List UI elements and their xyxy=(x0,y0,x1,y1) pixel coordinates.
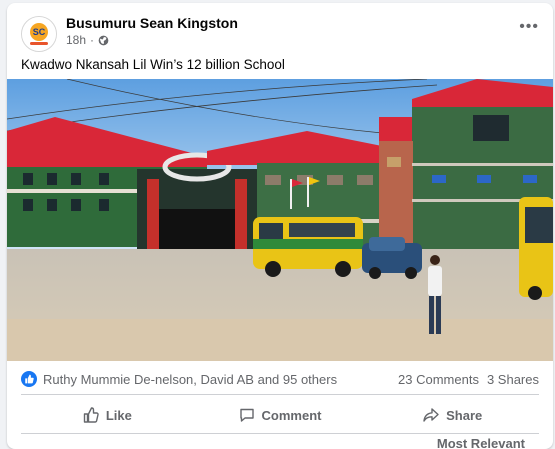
divider xyxy=(21,394,539,395)
share-label: Share xyxy=(446,407,483,423)
post-caption: Kwadwo Nkansah Lil Win’s 12 billion Scho… xyxy=(21,57,285,72)
post-card: SC Busumuru Sean Kingston 18h · ••• Kwad… xyxy=(7,3,553,449)
share-button[interactable]: Share xyxy=(366,398,539,432)
engagement-counts: 23 Comments 3 Shares xyxy=(398,372,539,387)
comment-sort-dropdown[interactable]: Most Relevant xyxy=(437,436,525,449)
reactors-text[interactable]: Ruthy Mummie De-nelson, David AB and 95 … xyxy=(43,372,337,387)
yellow-bus xyxy=(253,217,363,277)
share-icon xyxy=(423,408,439,422)
action-bar: Like Comment Share xyxy=(21,398,539,432)
like-button[interactable]: Like xyxy=(21,398,194,432)
avatar-text: SC xyxy=(33,27,46,37)
globe-icon xyxy=(98,35,109,45)
post-photo[interactable] xyxy=(7,79,553,361)
post-meta: 18h · xyxy=(66,33,109,47)
shares-count[interactable]: 3 Shares xyxy=(487,372,539,387)
avatar[interactable]: SC xyxy=(21,16,57,52)
reactions-bar: Ruthy Mummie De-nelson, David AB and 95 … xyxy=(7,365,553,393)
more-options-icon[interactable]: ••• xyxy=(519,19,539,35)
comment-icon xyxy=(239,408,254,422)
post-header: SC Busumuru Sean Kingston 18h · ••• xyxy=(7,3,553,52)
comment-label: Comment xyxy=(261,407,322,423)
thumbs-up-icon xyxy=(83,407,99,423)
like-icon xyxy=(21,371,37,387)
like-label: Like xyxy=(105,407,132,423)
post-time[interactable]: 18h xyxy=(66,33,86,47)
blue-car xyxy=(362,237,422,279)
avatar-logo: SC xyxy=(22,17,56,51)
comment-button[interactable]: Comment xyxy=(194,398,367,432)
comments-count[interactable]: 23 Comments xyxy=(398,372,479,387)
author-name[interactable]: Busumuru Sean Kingston xyxy=(66,15,238,31)
divider xyxy=(21,433,539,434)
